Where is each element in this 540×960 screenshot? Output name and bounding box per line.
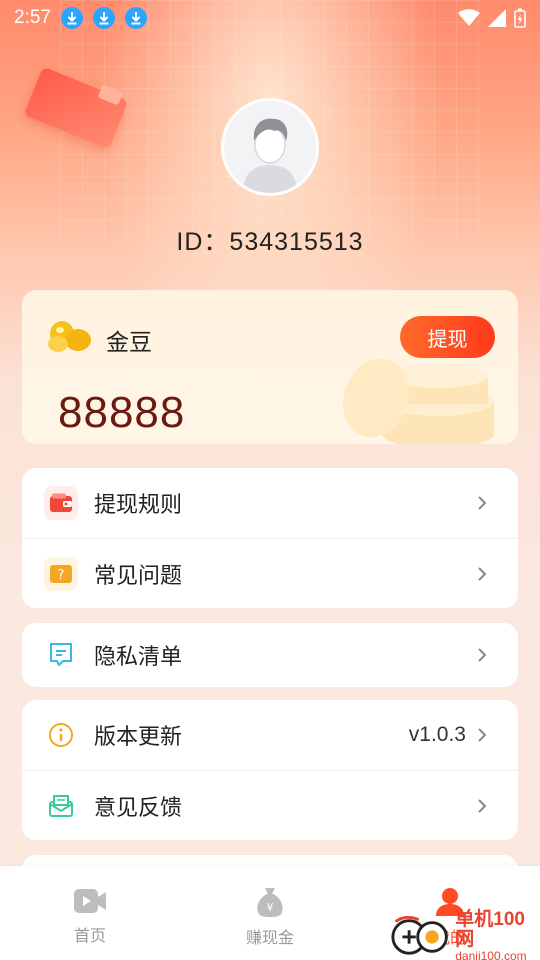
tab-earn-cash[interactable]: ¥ 赚现金: [180, 866, 360, 960]
svg-text:?: ?: [58, 568, 65, 583]
wifi-icon: [458, 9, 480, 26]
chevron-right-icon: [478, 496, 487, 510]
tab-label: 首页: [73, 928, 106, 945]
download-icon: [124, 7, 147, 29]
wallet-icon: [44, 486, 78, 520]
menu-group-withdraw-faq: 提现规则 ? 常见问题: [22, 468, 518, 608]
menu-item-label: 常见问题: [94, 562, 183, 588]
menu-item-privacy-list[interactable]: 隐私清单: [22, 623, 518, 687]
menu-item-label: 提现规则: [94, 492, 183, 517]
user-id: ID：534315513: [176, 228, 364, 256]
avatar[interactable]: [221, 98, 319, 196]
status-time: 2:57: [14, 7, 51, 28]
watermark-title: 单机100网: [455, 908, 525, 950]
question-icon: ?: [44, 556, 78, 591]
tab-home[interactable]: 首页: [0, 866, 180, 960]
menu-item-label: 隐私清单: [94, 644, 183, 669]
download-icon: [92, 7, 115, 29]
default-avatar-icon: [224, 101, 316, 193]
signal-icon: [488, 9, 506, 27]
menu-group-privacy: 隐私清单: [22, 623, 518, 687]
version-value: v1.0.3: [408, 723, 466, 746]
watermark-logo-icon: [391, 915, 448, 955]
info-icon: [44, 718, 78, 752]
document-list-icon: [44, 638, 78, 672]
battery-charging-icon: [514, 8, 526, 28]
coin-label: 金豆: [106, 329, 152, 355]
menu-item-faq[interactable]: ? 常见问题: [22, 538, 518, 608]
download-icon: [60, 7, 83, 29]
menu-item-label: 版本更新: [94, 724, 183, 749]
video-icon: [74, 889, 106, 913]
menu-item-feedback[interactable]: 意见反馈: [22, 770, 518, 840]
chevron-right-icon: [478, 728, 487, 742]
tab-label: 赚现金: [245, 930, 294, 947]
svg-text:¥: ¥: [267, 901, 274, 914]
coin-card: 金豆 提现 88888: [22, 290, 518, 444]
chevron-right-icon: [478, 566, 487, 581]
menu-group-update-feedback: 版本更新 v1.0.3 意见反馈: [22, 700, 518, 840]
menu-item-version-update[interactable]: 版本更新 v1.0.3: [22, 700, 518, 770]
menu-item-withdraw-rules[interactable]: 提现规则: [22, 468, 518, 538]
site-watermark: 单机100网 danji100.com: [390, 909, 540, 960]
chevron-right-icon: [478, 798, 487, 813]
withdraw-button[interactable]: 提现: [400, 316, 495, 358]
watermark-url: danji100.com: [455, 948, 527, 960]
coin-amount: 88888: [58, 388, 186, 437]
money-bag-icon: ¥: [257, 888, 283, 917]
chevron-right-icon: [478, 648, 487, 662]
feedback-icon: [44, 789, 78, 823]
menu-item-label: 意见反馈: [94, 794, 183, 820]
status-bar: 2:57: [0, 0, 540, 36]
gold-bean-icon: [46, 318, 92, 359]
